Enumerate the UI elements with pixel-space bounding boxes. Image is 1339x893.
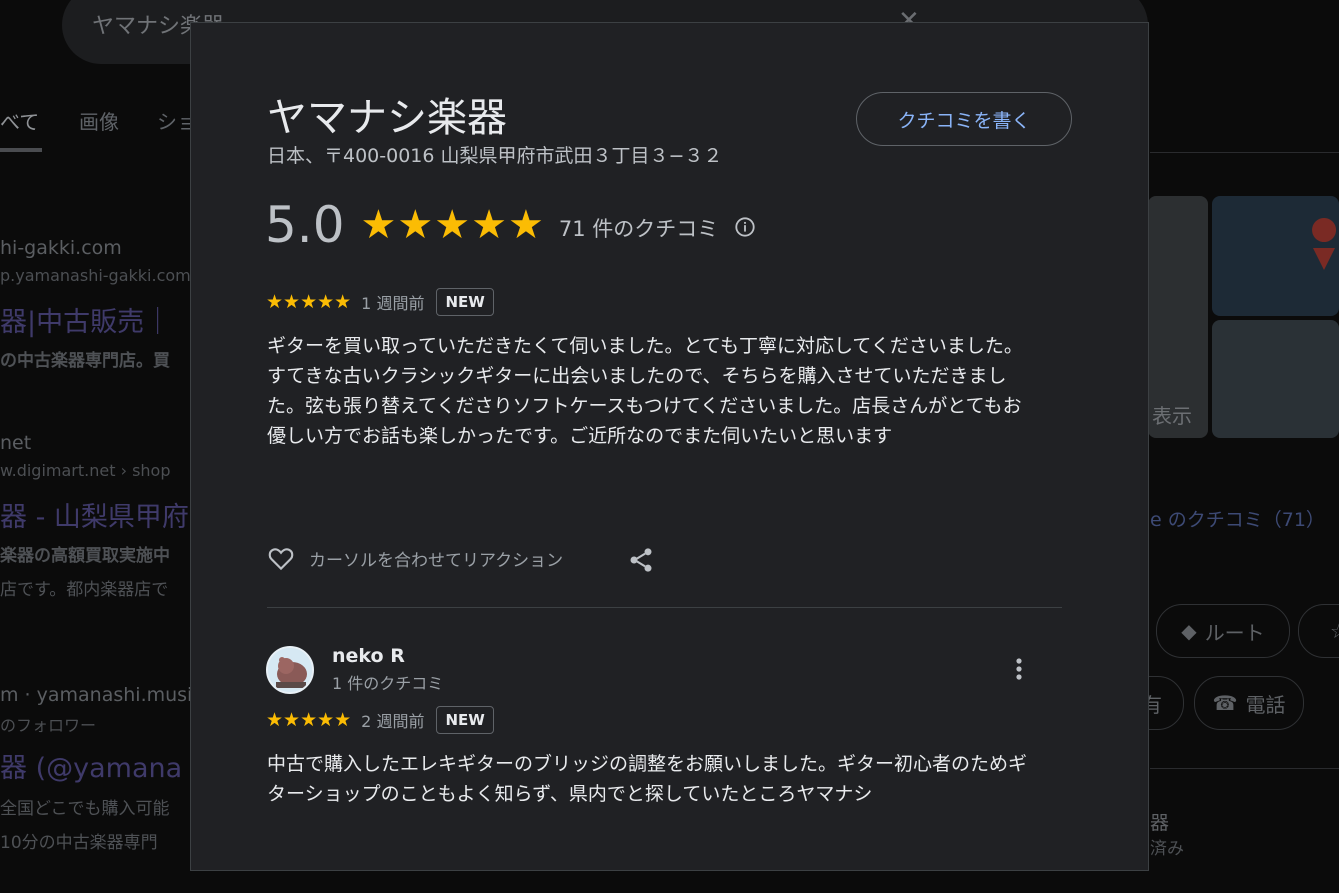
result-snippet: 全国どこでも購入可能 xyxy=(0,799,170,819)
result-title[interactable]: 器 - 山梨県甲府 xyxy=(0,495,189,534)
review-time: 1 週間前 xyxy=(361,294,425,313)
divider xyxy=(1150,152,1339,153)
review-meta: ★★★★★ 1 週間前 NEW xyxy=(266,287,494,317)
tab-underline xyxy=(0,148,42,152)
reaction-label: カーソルを合わせてリアクション xyxy=(309,550,564,571)
review-text: ギターを買い取っていただきたくて伺いました。とても丁寧に対応してくださいました。… xyxy=(267,335,1023,447)
show-photos-label[interactable]: 表示 xyxy=(1152,400,1192,429)
result-snippet: 店です。都内楽器店で xyxy=(0,580,169,600)
panel-text: 器 xyxy=(1150,812,1170,834)
result-site: m · yamanashi.music xyxy=(0,684,203,706)
share-icon[interactable] xyxy=(627,546,655,574)
result-url: w.digimart.net › shop xyxy=(0,461,171,480)
result-title[interactable]: 器|中古販売｜ xyxy=(0,300,171,339)
place-address: 日本、〒400-0016 山梨県甲府市武田３丁目３−３２ xyxy=(267,145,723,167)
reviewer-review-count: 1 件のクチコミ xyxy=(332,674,444,693)
call-button[interactable]: ☎ 電話 xyxy=(1194,676,1304,730)
rating-stars: ★★★★★ xyxy=(360,202,545,248)
route-button[interactable]: ◆ ルート xyxy=(1156,604,1290,658)
reviews-link[interactable]: e のクチコミ（71） xyxy=(1150,505,1325,532)
bookmark-icon: ☆ xyxy=(1330,619,1339,643)
place-name: ヤマナシ楽器 xyxy=(267,95,507,141)
tab-images[interactable]: 画像 xyxy=(79,106,119,135)
phone-icon: ☎ xyxy=(1212,691,1238,715)
review-text: 中古で購入したエレキギターのブリッジの調整をお願いしました。ギター初心者のためギ… xyxy=(267,753,1028,805)
result-site: net xyxy=(0,432,32,454)
review-meta: ★★★★★ 2 週間前 NEW xyxy=(266,705,494,735)
review-stars: ★★★★★ xyxy=(266,709,352,731)
map-pin-icon xyxy=(1312,218,1337,270)
rating-value: 5.0 xyxy=(265,196,345,254)
info-icon[interactable] xyxy=(734,216,756,238)
heart-icon[interactable] xyxy=(265,543,297,573)
panel-text: 済み xyxy=(1150,839,1184,859)
result-snippet: 10分の中古楽器専門 xyxy=(0,833,158,853)
avatar-image xyxy=(268,647,312,692)
result-snippet: の中古楽器専門店。買 xyxy=(0,351,170,371)
more-options-icon[interactable] xyxy=(1007,655,1031,683)
reviewer[interactable]: neko R 1 件のクチコミ xyxy=(266,645,443,694)
avatar[interactable] xyxy=(266,645,314,694)
divider xyxy=(1150,768,1339,769)
street-photo[interactable] xyxy=(1212,320,1339,438)
map-thumbnail[interactable] xyxy=(1212,196,1339,316)
new-badge: NEW xyxy=(436,706,494,734)
directions-icon: ◆ xyxy=(1181,619,1197,643)
review-count: 71 件のクチコミ xyxy=(558,217,719,241)
call-label: 電話 xyxy=(1245,692,1286,717)
route-label: ルート xyxy=(1204,620,1265,645)
result-snippet: 楽器の高額買取実施中 xyxy=(0,546,170,566)
reviewer-name[interactable]: neko R xyxy=(332,645,443,667)
result-title[interactable]: 器 (@yamana xyxy=(0,746,182,785)
write-review-button[interactable]: クチコミを書く xyxy=(856,92,1072,146)
save-button[interactable]: ☆ xyxy=(1298,604,1339,658)
review-stars: ★★★★★ xyxy=(266,291,352,313)
review-divider xyxy=(267,607,1062,608)
result-url: p.yamanashi-gakki.com xyxy=(0,266,191,285)
new-badge: NEW xyxy=(436,288,494,316)
result-site: hi-gakki.com xyxy=(0,237,122,259)
tab-all[interactable]: べて xyxy=(0,106,39,135)
reaction-row[interactable]: カーソルを合わせてリアクション xyxy=(265,543,563,573)
rating-summary: 5.0 ★★★★★ 71 件のクチコミ xyxy=(265,195,756,255)
review-time: 2 週間前 xyxy=(361,712,425,731)
reviews-dialog: ヤマナシ楽器 日本、〒400-0016 山梨県甲府市武田３丁目３−３２ クチコミ… xyxy=(190,22,1149,871)
result-url: のフォロワー xyxy=(0,716,97,735)
reviewer-info: neko R 1 件のクチコミ xyxy=(332,645,443,694)
